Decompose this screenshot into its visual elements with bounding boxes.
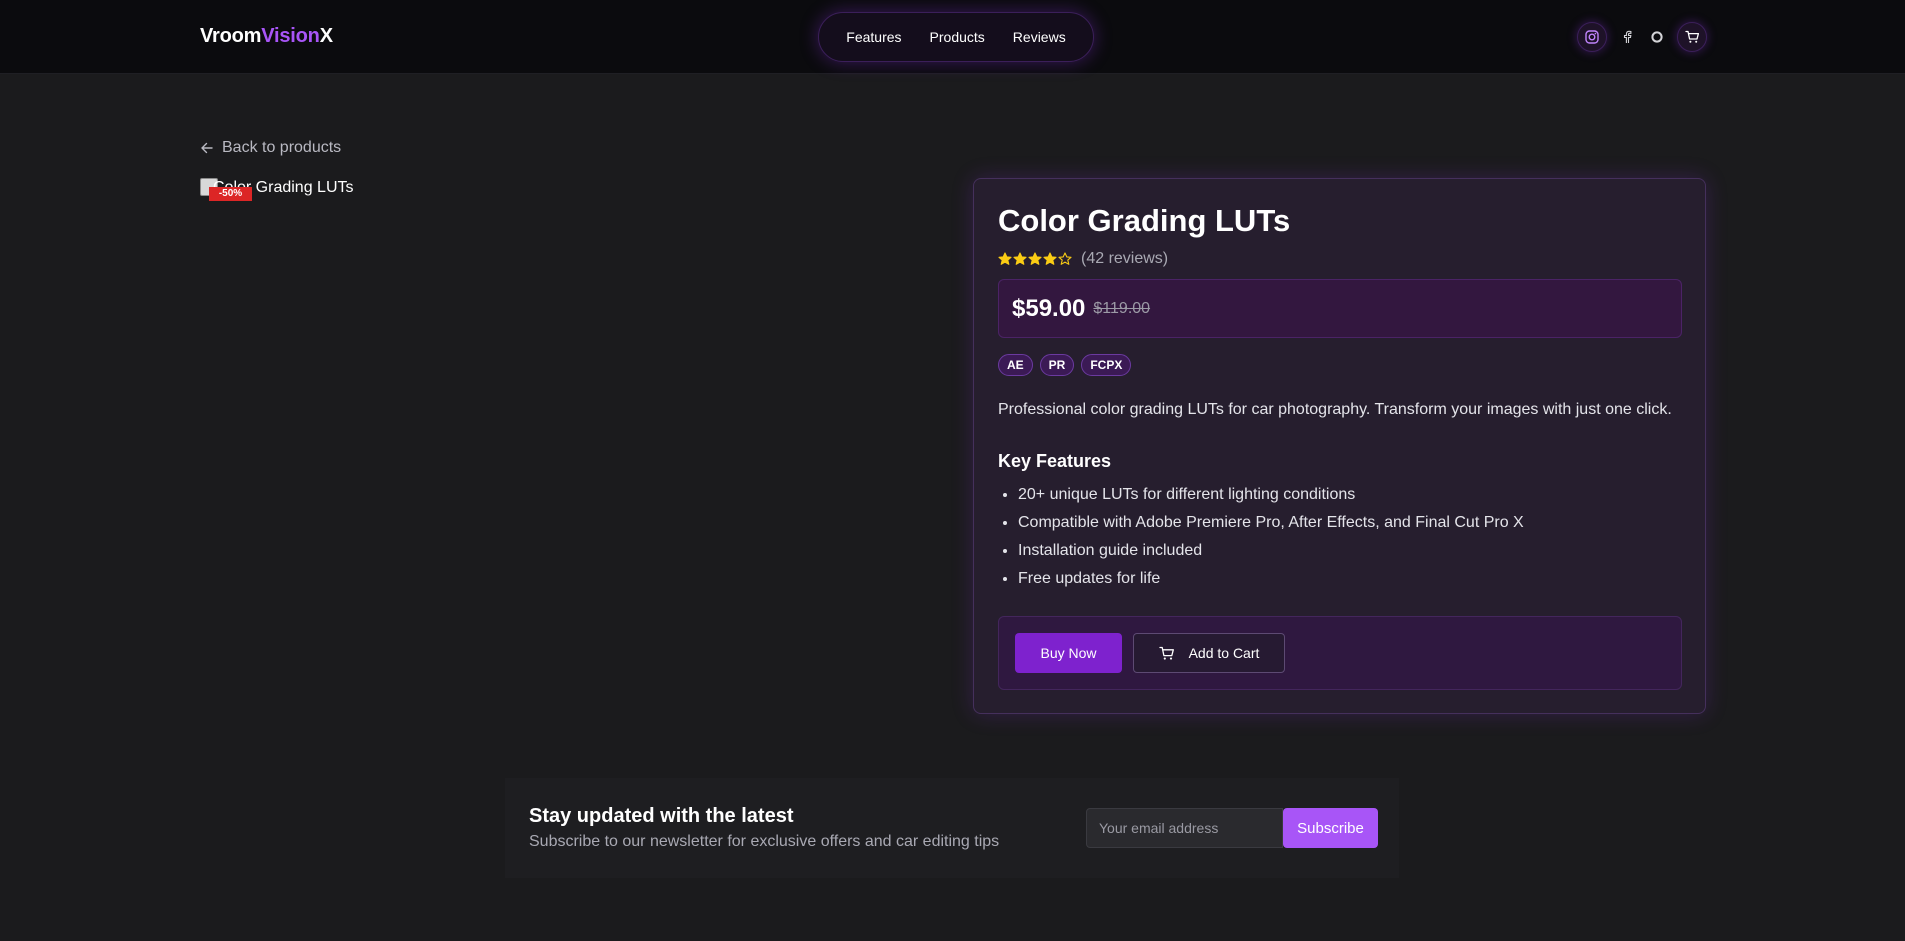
feature-item: Compatible with Adobe Premiere Pro, Afte… bbox=[1018, 513, 1524, 541]
rating-stars bbox=[998, 252, 1072, 266]
price-current: $59.00 bbox=[1012, 294, 1086, 322]
add-to-cart-button[interactable]: Add to Cart bbox=[1133, 633, 1285, 673]
discount-badge: -50% bbox=[209, 187, 252, 201]
product-title: Color Grading LUTs bbox=[998, 203, 1291, 238]
tag-pr: PR bbox=[1039, 354, 1075, 376]
logo-part-vroom: Vroom bbox=[200, 25, 262, 47]
brand-logo[interactable]: VroomVisionX bbox=[200, 25, 333, 48]
nav-features[interactable]: Features bbox=[846, 29, 901, 45]
key-features-heading: Key Features bbox=[998, 451, 1112, 471]
back-to-products-link[interactable]: Back to products bbox=[200, 139, 341, 157]
star-empty-icon bbox=[1058, 252, 1072, 265]
email-input[interactable] bbox=[1086, 808, 1283, 848]
price-original: $119.00 bbox=[1093, 299, 1151, 317]
newsletter-subtitle: Subscribe to our newsletter for exclusiv… bbox=[529, 833, 1000, 850]
logo-part-vision: Vision bbox=[261, 25, 320, 47]
key-features-list: 20+ unique LUTs for different lighting c… bbox=[1018, 485, 1524, 597]
price-box: $59.00 $119.00 bbox=[998, 279, 1682, 338]
header-icons bbox=[1577, 22, 1707, 52]
feature-item: Free updates for life bbox=[1018, 569, 1524, 597]
site-header: VroomVisionX Features Products Reviews bbox=[0, 0, 1905, 74]
cart-icon bbox=[1158, 646, 1174, 660]
product-card: Color Grading LUTs (42 reviews) $59.00 $… bbox=[973, 178, 1706, 714]
nav-reviews[interactable]: Reviews bbox=[1013, 29, 1066, 45]
feature-item: 20+ unique LUTs for different lighting c… bbox=[1018, 485, 1524, 513]
arrow-left-icon bbox=[201, 142, 213, 154]
star-filled-icon bbox=[1043, 252, 1057, 265]
newsletter-title: Stay updated with the latest bbox=[529, 805, 794, 827]
circle-icon[interactable] bbox=[1647, 22, 1667, 52]
feature-item: Installation guide included bbox=[1018, 541, 1524, 569]
add-to-cart-label: Add to Cart bbox=[1188, 645, 1260, 661]
tag-ae: AE bbox=[998, 354, 1033, 376]
facebook-icon[interactable] bbox=[1617, 22, 1637, 52]
buy-now-button[interactable]: Buy Now bbox=[1015, 633, 1122, 673]
purchase-actions: Buy Now Add to Cart bbox=[998, 616, 1682, 690]
logo-part-x: X bbox=[319, 25, 333, 47]
rating: (42 reviews) bbox=[998, 250, 1168, 268]
cart-icon[interactable] bbox=[1677, 22, 1707, 52]
back-label: Back to products bbox=[222, 139, 342, 156]
software-tags: AE PR FCPX bbox=[998, 354, 1132, 376]
subscribe-button[interactable]: Subscribe bbox=[1283, 808, 1378, 848]
product-image: Color Grading LUTs -50% bbox=[200, 178, 400, 208]
tag-fcpx: FCPX bbox=[1081, 354, 1132, 376]
newsletter-section: Stay updated with the latest Subscribe t… bbox=[505, 778, 1399, 878]
star-filled-icon bbox=[1028, 252, 1042, 265]
nav-products[interactable]: Products bbox=[930, 29, 985, 45]
star-filled-icon bbox=[1013, 252, 1027, 265]
instagram-icon[interactable] bbox=[1577, 22, 1607, 52]
product-description: Professional color grading LUTs for car … bbox=[998, 401, 1672, 418]
reviews-count: (42 reviews) bbox=[1081, 250, 1169, 267]
main-nav: Features Products Reviews bbox=[818, 12, 1094, 62]
star-filled-icon bbox=[998, 252, 1012, 265]
